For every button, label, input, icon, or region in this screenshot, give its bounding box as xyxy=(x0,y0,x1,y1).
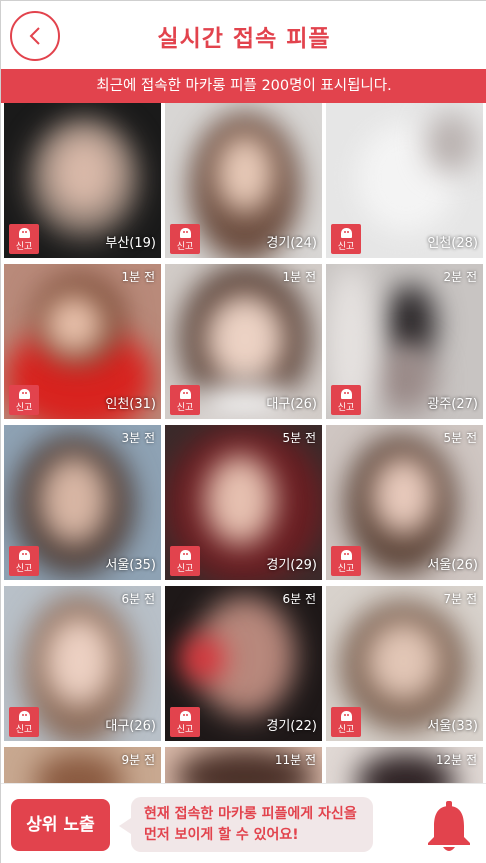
ghost-icon xyxy=(341,389,352,399)
location-age: 부산(19) xyxy=(105,236,156,251)
last-seen: 6분 전 xyxy=(282,592,316,606)
person-card[interactable]: 신고 부산(19) xyxy=(4,103,161,258)
report-button[interactable]: 신고 xyxy=(331,707,361,737)
person-card[interactable]: 12분 전 xyxy=(326,747,483,783)
report-button[interactable]: 신고 xyxy=(9,546,39,576)
last-seen: 1분 전 xyxy=(282,270,316,284)
info-banner: 최근에 접속한 마카롱 피플 200명이 표시됩니다. xyxy=(1,69,486,103)
last-seen: 11분 전 xyxy=(274,753,316,767)
ghost-icon xyxy=(19,711,30,721)
location-age: 인천(28) xyxy=(427,236,478,251)
last-seen: 7분 전 xyxy=(443,592,477,606)
person-card[interactable]: 9분 전 xyxy=(4,747,161,783)
report-button[interactable]: 신고 xyxy=(170,385,200,415)
location-age: 경기(24) xyxy=(266,236,317,251)
last-seen: 9분 전 xyxy=(121,753,155,767)
person-card[interactable]: 6분 전 신고 대구(26) xyxy=(4,586,161,741)
location-age: 경기(29) xyxy=(266,558,317,573)
location-age: 서울(26) xyxy=(427,558,478,573)
location-age: 광주(27) xyxy=(427,397,478,412)
last-seen: 6분 전 xyxy=(121,592,155,606)
ghost-icon xyxy=(341,711,352,721)
ghost-icon xyxy=(180,389,191,399)
bell-icon[interactable] xyxy=(424,801,474,853)
report-button[interactable]: 신고 xyxy=(9,385,39,415)
last-seen: 2분 전 xyxy=(443,270,477,284)
last-seen: 1분 전 xyxy=(121,270,155,284)
location-age: 대구(26) xyxy=(266,397,317,412)
last-seen: 5분 전 xyxy=(282,431,316,445)
promo-message-line: 먼저 보이게 할 수 있어요! xyxy=(144,827,299,843)
person-card[interactable]: 2분 전 신고 광주(27) xyxy=(326,264,483,419)
person-card[interactable]: 1분 전 신고 대구(26) xyxy=(165,264,322,419)
person-card[interactable]: 3분 전 신고 서울(35) xyxy=(4,425,161,580)
person-card[interactable]: 5분 전 신고 경기(29) xyxy=(165,425,322,580)
ghost-icon xyxy=(180,228,191,238)
last-seen: 3분 전 xyxy=(121,431,155,445)
location-age: 대구(26) xyxy=(105,719,156,734)
person-card[interactable]: 1분 전 신고 인천(31) xyxy=(4,264,161,419)
location-age: 서울(33) xyxy=(427,719,478,734)
promo-message-line: 현재 접속한 마카롱 피플에게 자신을 xyxy=(144,806,357,822)
people-grid: 신고 부산(19) 신고 경기(24) 신고 인천(28) 1분 전 신고 인천… xyxy=(1,103,486,783)
report-button[interactable]: 신고 xyxy=(331,546,361,576)
footer: 상위 노출 현재 접속한 마카롱 피플에게 자신을 먼저 보이게 할 수 있어요… xyxy=(1,783,486,863)
report-button[interactable]: 신고 xyxy=(9,224,39,254)
page-title: 실시간 접속 피플 xyxy=(157,26,331,52)
report-button[interactable]: 신고 xyxy=(331,224,361,254)
report-button[interactable]: 신고 xyxy=(170,546,200,576)
last-seen: 12분 전 xyxy=(435,753,477,767)
location-age: 인천(31) xyxy=(105,397,156,412)
header: 실시간 접속 피플 xyxy=(1,1,486,69)
app-screen: 실시간 접속 피플 최근에 접속한 마카롱 피플 200명이 표시됩니다. 신고… xyxy=(0,0,486,863)
report-button[interactable]: 신고 xyxy=(170,707,200,737)
ghost-icon xyxy=(180,550,191,560)
last-seen: 5분 전 xyxy=(443,431,477,445)
ghost-icon xyxy=(180,711,191,721)
person-card[interactable]: 6분 전 신고 경기(22) xyxy=(165,586,322,741)
ghost-icon xyxy=(341,550,352,560)
ghost-icon xyxy=(19,550,30,560)
person-card[interactable]: 신고 인천(28) xyxy=(326,103,483,258)
report-button[interactable]: 신고 xyxy=(331,385,361,415)
promo-message-bubble: 현재 접속한 마카롱 피플에게 자신을 먼저 보이게 할 수 있어요! xyxy=(119,797,373,852)
location-age: 경기(22) xyxy=(266,719,317,734)
report-button[interactable]: 신고 xyxy=(170,224,200,254)
ghost-icon xyxy=(19,389,30,399)
ghost-icon xyxy=(19,228,30,238)
report-button[interactable]: 신고 xyxy=(9,707,39,737)
person-card[interactable]: 5분 전 신고 서울(26) xyxy=(326,425,483,580)
person-card[interactable]: 11분 전 xyxy=(165,747,322,783)
promote-top-button[interactable]: 상위 노출 xyxy=(11,799,110,851)
location-age: 서울(35) xyxy=(105,558,156,573)
ghost-icon xyxy=(341,228,352,238)
person-card[interactable]: 7분 전 신고 서울(33) xyxy=(326,586,483,741)
person-card[interactable]: 신고 경기(24) xyxy=(165,103,322,258)
